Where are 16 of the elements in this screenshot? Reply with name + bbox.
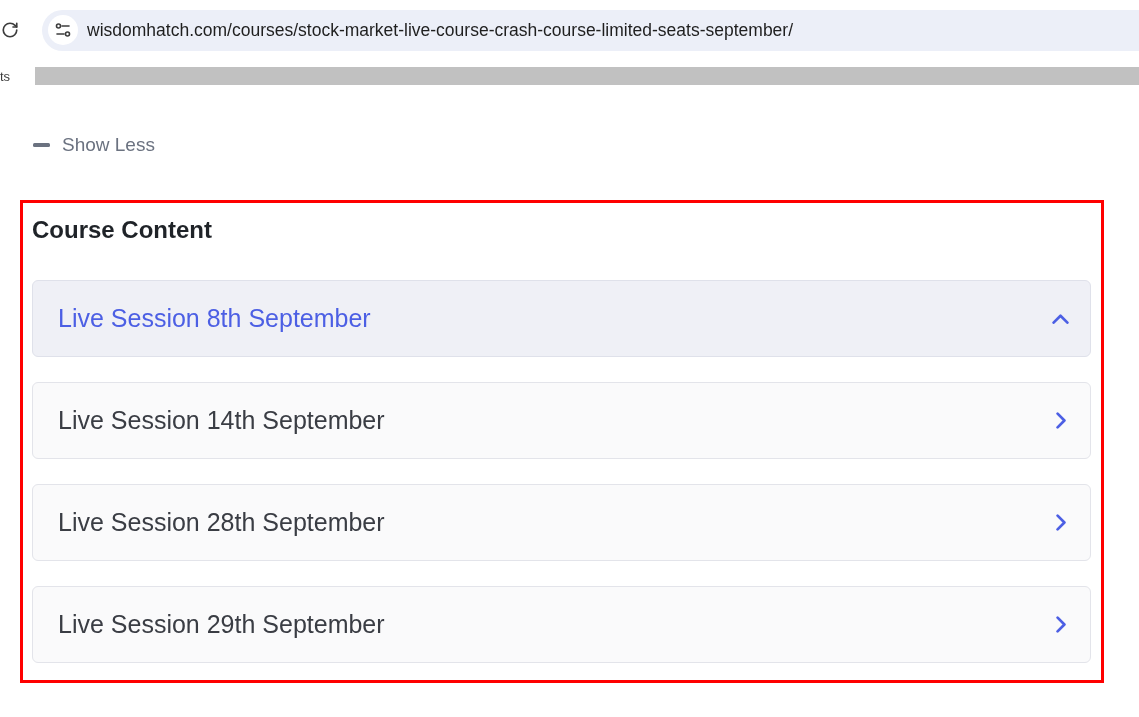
chevron-right-icon xyxy=(1055,616,1066,633)
reload-icon[interactable] xyxy=(1,21,19,39)
accordion-header[interactable]: Live Session 28th September xyxy=(32,484,1091,561)
accordion-header[interactable]: Live Session 8th September xyxy=(32,280,1091,357)
address-bar[interactable]: wisdomhatch.com/courses/stock-market-live-course-crash-course-limited-seats-september/ xyxy=(42,9,1139,51)
chevron-up-icon xyxy=(1052,313,1069,324)
bookmark-label[interactable]: ts xyxy=(0,68,35,84)
section-title: Course Content xyxy=(32,216,212,244)
accordion-header[interactable]: Live Session 14th September xyxy=(32,382,1091,459)
minus-icon xyxy=(33,143,50,147)
chevron-right-icon xyxy=(1055,412,1066,429)
tune-icon[interactable] xyxy=(48,15,78,45)
url-text: wisdomhatch.com/courses/stock-market-live-course-crash-course-limited-seats-september/ xyxy=(87,19,794,41)
show-less-button[interactable]: Show Less xyxy=(33,133,155,157)
accordion-header[interactable]: Live Session 29th September xyxy=(32,586,1091,663)
chevron-right-icon xyxy=(1055,514,1066,531)
